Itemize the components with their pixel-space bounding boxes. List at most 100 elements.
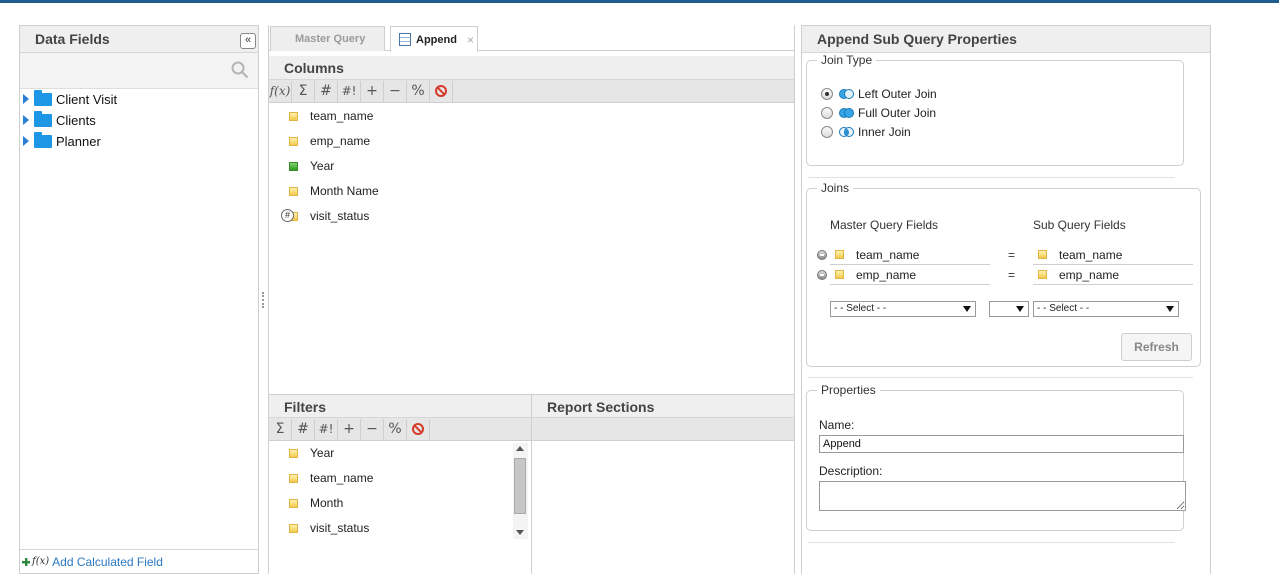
- sub-field-label: team_name: [1059, 247, 1123, 262]
- dimension-icon: [289, 136, 298, 146]
- sum-button[interactable]: Σ: [292, 80, 315, 102]
- scroll-thumb[interactable]: [514, 458, 526, 514]
- column-item-team-name[interactable]: team_name: [289, 106, 373, 126]
- expand-arrow-icon[interactable]: [23, 94, 29, 104]
- expand-arrow-icon[interactable]: [23, 115, 29, 125]
- table-icon: [399, 33, 411, 46]
- calculated-dimension-icon: #: [281, 208, 298, 222]
- column-item-visit-status[interactable]: # visit_status: [281, 206, 369, 226]
- join-option-label: Full Outer Join: [858, 106, 937, 120]
- filter-item-visit-status[interactable]: visit_status: [289, 518, 369, 538]
- filters-toolbar: Σ # #! + − %: [269, 418, 531, 441]
- remove-join-icon[interactable]: [817, 270, 827, 280]
- inner-join-icon: [839, 126, 854, 138]
- description-textarea[interactable]: [819, 481, 1186, 511]
- filter-label: Year: [310, 446, 335, 460]
- add-calculated-field-label: Add Calculated Field: [52, 554, 163, 569]
- master-join-field[interactable]: emp_name: [830, 265, 990, 285]
- dimension-icon: [289, 448, 298, 458]
- function-button[interactable]: f(x): [269, 80, 292, 102]
- joins-legend: Joins: [821, 181, 850, 195]
- radio-button[interactable]: [821, 107, 833, 119]
- distinct-count-button[interactable]: #!: [338, 80, 361, 102]
- master-field-select[interactable]: - - Select - -: [830, 301, 976, 317]
- refresh-button[interactable]: Refresh: [1121, 333, 1192, 361]
- scroll-up-arrow-icon[interactable]: [516, 446, 524, 451]
- add-button[interactable]: +: [361, 80, 384, 102]
- plus-icon: [22, 557, 30, 566]
- add-button[interactable]: +: [338, 418, 361, 440]
- close-tab-icon[interactable]: ×: [467, 33, 474, 47]
- tab-master-query[interactable]: Master Query: [270, 26, 385, 51]
- master-join-field[interactable]: team_name: [830, 245, 990, 265]
- filters-scrollbar[interactable]: [513, 443, 528, 539]
- scroll-down-arrow-icon[interactable]: [516, 530, 524, 535]
- field-search-input[interactable]: [37, 55, 227, 86]
- filter-item-year[interactable]: Year: [289, 443, 334, 463]
- dropdown-arrow-icon: [963, 306, 971, 312]
- join-option-full-outer[interactable]: Full Outer Join: [821, 104, 936, 122]
- properties-title: Append Sub Query Properties: [817, 31, 1017, 47]
- columns-toolbar: f(x) Σ # #! + − %: [269, 80, 795, 103]
- sub-query-properties-panel: Append Sub Query Properties Join Type Le…: [801, 25, 1211, 574]
- panel-splitter-handle[interactable]: [262, 292, 265, 308]
- query-editor-panel: Master Query Append × Columns f(x) Σ # #…: [268, 25, 795, 574]
- radio-button[interactable]: [821, 126, 833, 138]
- join-type-group: Join Type Left Outer Join Full Outer Joi…: [806, 53, 1184, 166]
- filter-item-month[interactable]: Month: [289, 493, 343, 513]
- join-option-left-outer[interactable]: Left Outer Join: [821, 85, 937, 103]
- join-operator: =: [1008, 268, 1016, 282]
- column-label: Month Name: [310, 184, 379, 198]
- report-sections-title: Report Sections: [547, 399, 655, 415]
- tree-item-clients[interactable]: Clients: [23, 110, 96, 130]
- properties-header: Append Sub Query Properties: [802, 26, 1210, 53]
- subtract-button[interactable]: −: [384, 80, 407, 102]
- remove-button[interactable]: [430, 80, 453, 102]
- sub-join-field[interactable]: team_name: [1033, 245, 1193, 265]
- distinct-count-button[interactable]: #!: [315, 418, 338, 440]
- section-divider: [808, 177, 1175, 178]
- columns-header: Columns: [269, 56, 795, 80]
- tree-item-planner[interactable]: Planner: [23, 131, 101, 151]
- remove-button[interactable]: [407, 418, 430, 440]
- filter-label: visit_status: [310, 521, 370, 535]
- column-label: Year: [310, 159, 335, 173]
- collapse-panel-button[interactable]: «: [240, 33, 256, 49]
- data-fields-header: Data Fields «: [20, 26, 258, 53]
- dropdown-arrow-icon: [1166, 306, 1174, 312]
- radio-button-checked[interactable]: [821, 88, 833, 100]
- join-type-legend: Join Type: [821, 53, 873, 67]
- top-accent-bar: [0, 0, 1279, 3]
- join-option-inner[interactable]: Inner Join: [821, 123, 911, 141]
- master-query-fields-header: Master Query Fields: [830, 218, 939, 232]
- column-item-emp-name[interactable]: emp_name: [289, 131, 370, 151]
- percent-button[interactable]: %: [384, 418, 407, 440]
- count-button[interactable]: #: [292, 418, 315, 440]
- count-button[interactable]: #: [315, 80, 338, 102]
- tab-append[interactable]: Append ×: [390, 26, 478, 52]
- section-divider: [808, 542, 1175, 543]
- column-item-year[interactable]: Year: [289, 156, 334, 176]
- sub-join-field[interactable]: emp_name: [1033, 265, 1193, 285]
- no-entry-icon: [412, 423, 424, 435]
- sub-field-label: emp_name: [1059, 267, 1120, 282]
- tree-item-label: Client Visit: [56, 91, 118, 107]
- tree-item-client-visit[interactable]: Client Visit: [23, 89, 117, 109]
- select-value: - - Select - -: [834, 303, 887, 314]
- sub-field-select[interactable]: - - Select - -: [1033, 301, 1179, 317]
- column-item-month-name[interactable]: Month Name: [289, 181, 379, 201]
- expand-arrow-icon[interactable]: [23, 136, 29, 146]
- query-tab-bar: Master Query Append ×: [269, 25, 795, 52]
- no-entry-icon: [435, 85, 447, 97]
- dimension-icon: [289, 111, 298, 121]
- operator-select[interactable]: [989, 301, 1029, 317]
- remove-join-icon[interactable]: [817, 250, 827, 260]
- add-calculated-field-link[interactable]: f(x) Add Calculated Field: [20, 549, 258, 573]
- name-input[interactable]: [819, 435, 1184, 453]
- joins-group: Joins Master Query Fields Sub Query Fiel…: [806, 181, 1201, 367]
- filter-item-team-name[interactable]: team_name: [289, 468, 373, 488]
- sum-button[interactable]: Σ: [269, 418, 292, 440]
- percent-button[interactable]: %: [407, 80, 430, 102]
- subtract-button[interactable]: −: [361, 418, 384, 440]
- search-icon[interactable]: [231, 61, 249, 79]
